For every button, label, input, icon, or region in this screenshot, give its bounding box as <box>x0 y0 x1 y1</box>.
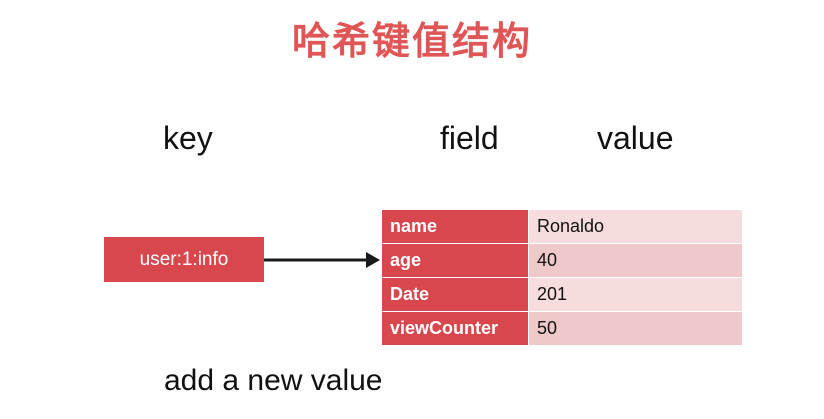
hash-value-cell: 201 <box>528 278 742 312</box>
caption: add a new value <box>164 364 383 397</box>
field-column-label: field <box>440 120 499 156</box>
hash-field-cell: age <box>382 244 528 278</box>
hash-field-cell: name <box>382 210 528 244</box>
hash-value-cell: 40 <box>528 244 742 278</box>
hash-row: name Ronaldo <box>382 210 742 244</box>
hash-row: Date 201 <box>382 278 742 312</box>
key-column-label: key <box>163 120 213 156</box>
diagram-title: 哈希键值结构 <box>291 19 532 63</box>
hash-value-cell: Ronaldo <box>528 210 742 244</box>
hash-field-cell: viewCounter <box>382 312 528 346</box>
hash-field-cell: Date <box>382 278 528 312</box>
value-column-label: value <box>597 120 674 156</box>
hash-value-cell: 50 <box>528 312 742 346</box>
arrow-right-icon <box>264 252 380 268</box>
hash-row: age 40 <box>382 244 742 278</box>
hash-row: viewCounter 50 <box>382 312 742 346</box>
hash-table: name Ronaldo age 40 Date 201 viewCounter… <box>382 210 742 346</box>
key-box: user:1:info <box>104 237 264 282</box>
